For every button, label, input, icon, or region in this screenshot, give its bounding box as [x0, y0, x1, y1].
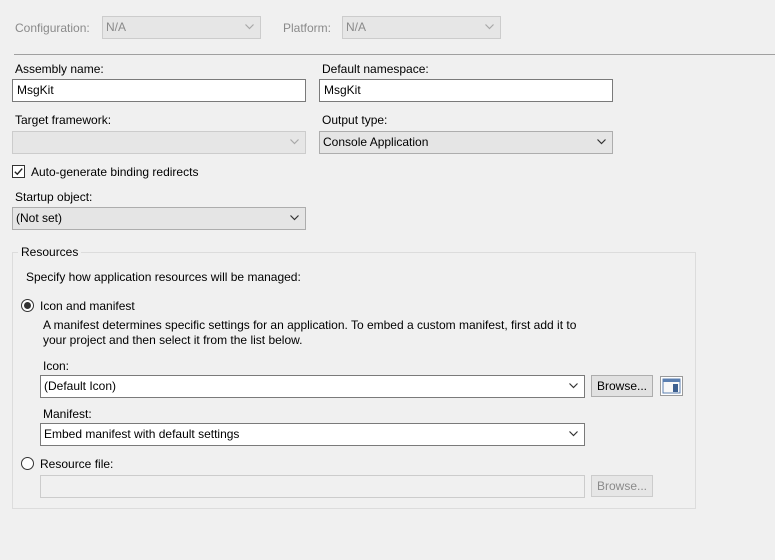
manifest-select[interactable]: Embed manifest with default settings	[40, 423, 585, 446]
target-framework-label: Target framework:	[15, 113, 112, 127]
auto-binding-checkbox[interactable]	[12, 165, 25, 178]
separator	[14, 54, 775, 55]
output-type-value: Console Application	[323, 135, 429, 149]
chevron-down-icon	[290, 215, 299, 221]
default-namespace-input[interactable]: MsgKit	[319, 79, 613, 102]
assembly-name-label: Assembly name:	[15, 62, 104, 76]
icon-manifest-label[interactable]: Icon and manifest	[40, 299, 135, 313]
output-type-select[interactable]: Console Application	[319, 131, 613, 154]
chevron-down-icon	[569, 383, 578, 389]
chevron-down-icon	[290, 139, 299, 145]
icon-value: (Default Icon)	[44, 379, 117, 393]
chevron-down-icon	[569, 431, 578, 437]
chevron-down-icon	[485, 24, 494, 30]
platform-label: Platform:	[283, 21, 332, 35]
platform-select[interactable]: N/A	[342, 16, 501, 39]
icon-manifest-radio[interactable]	[21, 299, 34, 312]
output-type-label: Output type:	[322, 113, 388, 127]
auto-binding-label[interactable]: Auto-generate binding redirects	[31, 165, 198, 179]
icon-label: Icon:	[43, 359, 70, 373]
assembly-name-input[interactable]: MsgKit	[12, 79, 306, 102]
platform-value: N/A	[346, 20, 367, 34]
chevron-down-icon	[245, 24, 254, 30]
manifest-label: Manifest:	[43, 407, 92, 421]
resources-group-title: Resources	[18, 245, 82, 259]
configuration-label: Configuration:	[15, 21, 90, 35]
default-namespace-label: Default namespace:	[322, 62, 429, 76]
configuration-select[interactable]: N/A	[102, 16, 261, 39]
icon-select[interactable]: (Default Icon)	[40, 375, 585, 398]
resource-file-radio[interactable]	[21, 457, 34, 470]
chevron-down-icon	[597, 139, 606, 145]
application-icon	[660, 376, 683, 396]
startup-object-label: Startup object:	[15, 190, 93, 204]
radio-selected-dot	[24, 302, 31, 309]
resources-intro: Specify how application resources will b…	[26, 270, 301, 284]
target-framework-select[interactable]	[12, 131, 306, 154]
resource-file-input[interactable]	[40, 475, 585, 498]
resource-browse-button[interactable]: Browse...	[591, 475, 653, 497]
icon-browse-button[interactable]: Browse...	[591, 375, 653, 397]
manifest-description: A manifest determines specific settings …	[43, 318, 577, 347]
configuration-value: N/A	[106, 20, 127, 34]
manifest-value: Embed manifest with default settings	[44, 427, 240, 441]
resource-file-label[interactable]: Resource file:	[40, 457, 113, 471]
checkmark-icon	[14, 168, 23, 176]
startup-object-select[interactable]: (Not set)	[12, 207, 306, 230]
startup-object-value: (Not set)	[16, 211, 63, 225]
